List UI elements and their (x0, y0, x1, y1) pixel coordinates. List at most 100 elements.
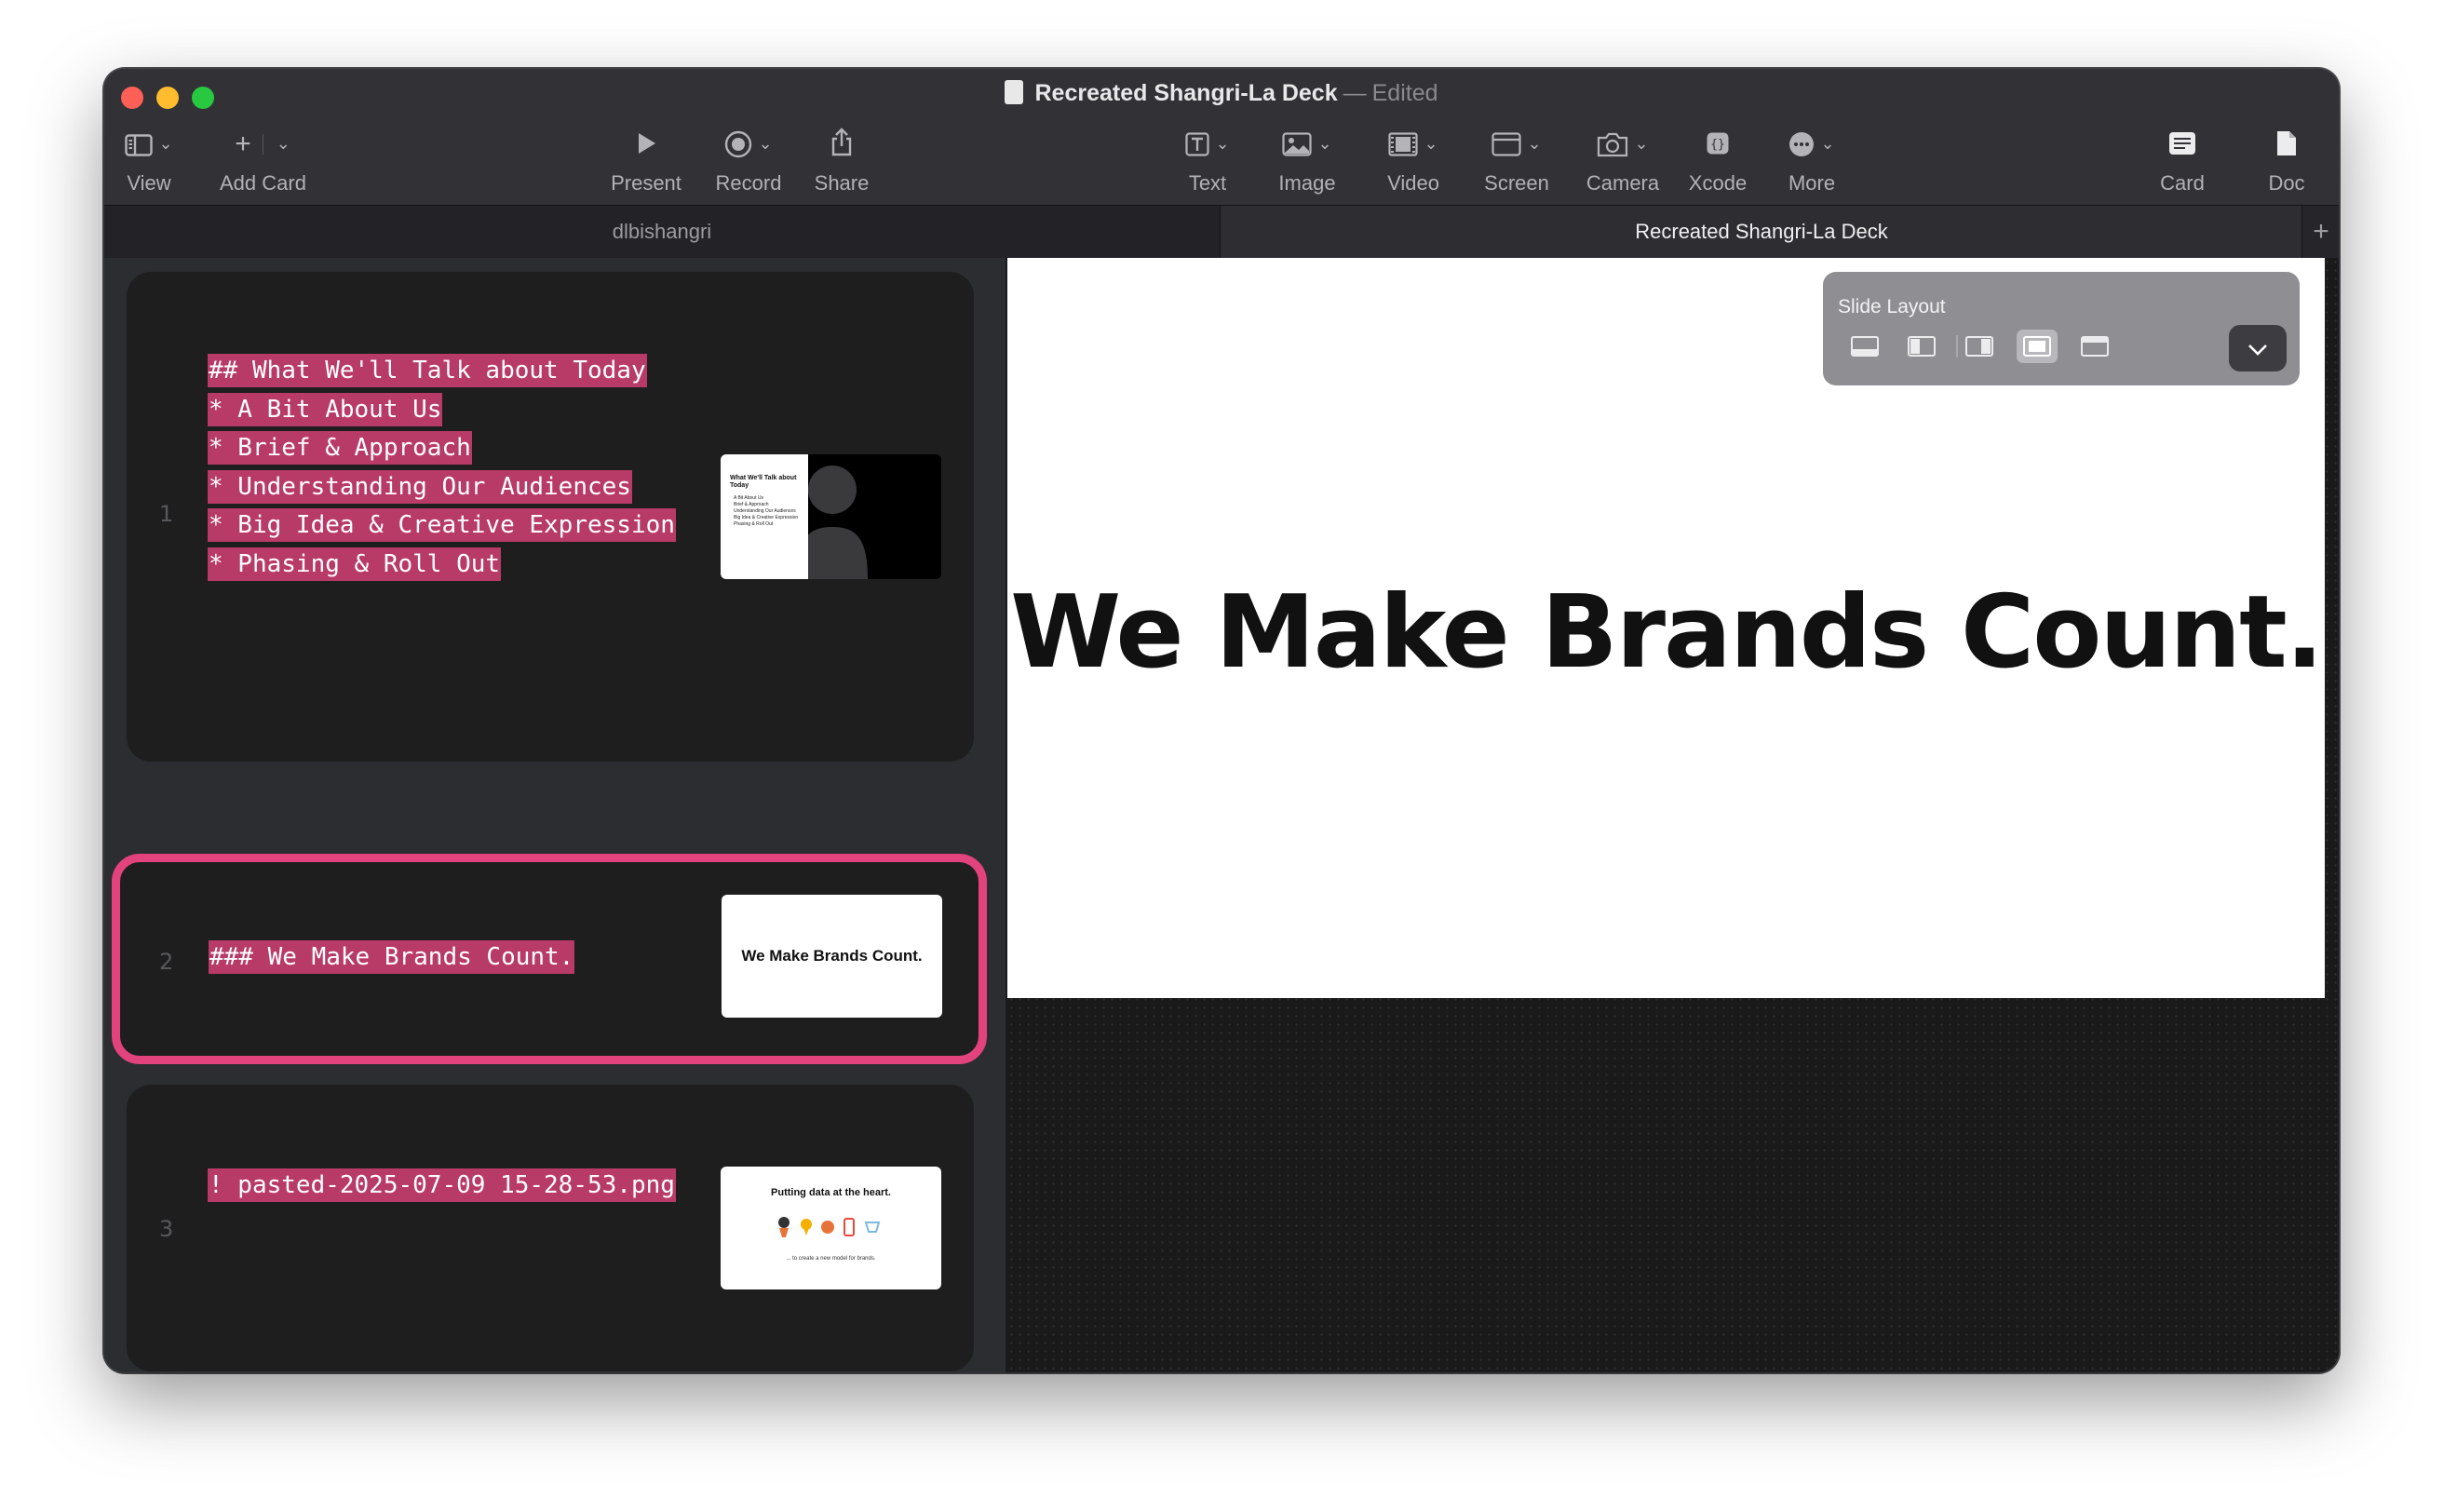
card-list: 1 ## What We'll Talk about Today * A Bit… (104, 258, 1006, 1372)
add-card-label: Add Card (220, 171, 306, 195)
share-button[interactable]: Share (804, 127, 879, 201)
card-button[interactable]: Card (2149, 127, 2216, 201)
tab-bar: dlbishangri Recreated Shangri-La Deck + (104, 205, 2339, 259)
markdown-line: * Understanding Our Audiences (208, 469, 632, 504)
card-1[interactable]: 1 ## What We'll Talk about Today * A Bit… (127, 272, 974, 762)
thumbnail-title: We Make Brands Count. (741, 947, 923, 965)
markdown-line: * Phasing & Roll Out (208, 547, 502, 581)
plus-icon: + (235, 128, 251, 159)
left-panel-layout-icon (1908, 336, 1936, 357)
text-box-icon (1185, 132, 1210, 156)
markdown-line: * Brief & Approach (208, 431, 472, 465)
slide-canvas: We Make Brands Count. Slide Layout (1007, 258, 2339, 1372)
app-window: Recreated Shangri-La Deck — Edited ⌄ View … (104, 69, 2339, 1372)
card-number: 3 (159, 1216, 174, 1242)
camera-label: Camera (1586, 171, 1660, 195)
card-markdown[interactable]: ## What We'll Talk about Today * A Bit A… (208, 352, 676, 584)
title-separator: — (1343, 80, 1367, 106)
chevron-down-icon (2248, 344, 2267, 356)
present-label: Present (611, 171, 682, 195)
card-markdown[interactable]: ### We Make Brands Count. (209, 938, 575, 978)
view-label: View (127, 171, 171, 195)
bottom-bar-layout-button[interactable] (1844, 330, 1885, 363)
card-label: Card (2160, 171, 2205, 195)
document-icon (2277, 131, 2296, 155)
right-panel-layout-icon (1965, 336, 1993, 357)
top-bar-layout-button[interactable] (2074, 330, 2115, 363)
more-icon (1789, 132, 1815, 156)
code-braces-icon: {} (1707, 132, 1729, 155)
screen-button[interactable]: ⌄ Screen (1477, 127, 1557, 201)
share-icon (831, 128, 852, 156)
new-tab-button[interactable]: + (2301, 206, 2339, 258)
text-button[interactable]: ⌄ Text (1175, 127, 1240, 201)
film-icon (1388, 132, 1419, 156)
slide-title[interactable]: We Make Brands Count. (1007, 574, 2325, 691)
image-button[interactable]: ⌄ Image (1270, 127, 1344, 201)
top-bar-layout-icon (2081, 336, 2109, 357)
thumbnail-title: What We'll Talk about Today (730, 475, 797, 489)
more-label: More (1788, 171, 1836, 195)
thumbnail-bullets: A Bit About Us Brief & Approach Understa… (734, 495, 806, 528)
card-2[interactable]: 2 ### We Make Brands Count. We Make Bran… (112, 854, 987, 1064)
thumbnail-bullet: Big Idea & Creative Expression (734, 515, 799, 520)
video-label: Video (1387, 171, 1439, 195)
layout-divider (1956, 335, 1958, 358)
right-panel-layout-button[interactable] (1959, 330, 2000, 363)
markdown-line: ## What We'll Talk about Today (208, 354, 647, 387)
person-silhouette-icon (808, 466, 868, 579)
card-thumbnail[interactable]: What We'll Talk about Today A Bit About … (721, 454, 941, 579)
doc-button[interactable]: Doc (2257, 127, 2316, 201)
card-3[interactable]: 3 ! pasted-2025-07-09 15-28-53.png Putti… (127, 1085, 974, 1371)
layout-dropdown-button[interactable] (2229, 325, 2287, 371)
markdown-line: ### We Make Brands Count. (209, 940, 575, 974)
markdown-line: ! pasted-2025-07-09 15-28-53.png (208, 1168, 676, 1202)
view-button[interactable]: ⌄ View (119, 127, 179, 201)
image-label: Image (1278, 171, 1336, 195)
slide-preview[interactable]: We Make Brands Count. Slide Layout (1007, 258, 2325, 998)
left-panel-layout-button[interactable] (1901, 330, 1942, 363)
chevron-down-icon: ⌄ (158, 134, 173, 153)
chevron-down-icon: ⌄ (276, 134, 290, 153)
thumbnail-bullet: Phasing & Roll Out (734, 521, 774, 527)
present-button[interactable]: Present (605, 127, 687, 201)
data-icons-row (778, 1217, 881, 1237)
slide-layout-panel: Slide Layout (1823, 272, 2300, 385)
markdown-line: * A Bit About Us (208, 392, 443, 426)
card-thumbnail[interactable]: We Make Brands Count. (722, 895, 942, 1018)
share-label: Share (814, 171, 870, 195)
bottom-bar-layout-icon (1851, 336, 1879, 357)
card-inspector-icon (2169, 132, 2195, 155)
record-icon (725, 130, 752, 158)
chevron-down-icon: ⌄ (1527, 134, 1542, 153)
chevron-down-icon: ⌄ (1634, 134, 1649, 153)
edited-status: Edited (1371, 80, 1438, 106)
tab-recreated-shangri-la-deck[interactable]: Recreated Shangri-La Deck (1220, 206, 2302, 258)
chevron-down-icon: ⌄ (1424, 134, 1438, 153)
centered-layout-button[interactable] (2017, 330, 2058, 363)
window-title: Recreated Shangri-La Deck — Edited (104, 80, 2339, 107)
chevron-down-icon: ⌄ (1215, 134, 1230, 153)
camera-icon (1598, 132, 1628, 157)
thumbnail-bullet: Brief & Approach (734, 502, 769, 507)
chevron-down-icon: ⌄ (1820, 134, 1835, 153)
video-button[interactable]: ⌄ Video (1376, 127, 1451, 201)
card-thumbnail[interactable]: Putting data at the heart. ... to create… (721, 1167, 941, 1289)
camera-button[interactable]: ⌄ Camera (1579, 127, 1667, 201)
document-name: Recreated Shangri-La Deck (1034, 80, 1338, 106)
chevron-down-icon: ⌄ (1317, 134, 1332, 153)
slide-layout-title: Slide Layout (1838, 296, 1946, 317)
thumbnail-title: Putting data at the heart. (771, 1187, 891, 1198)
add-card-button[interactable]: + ⌄ Add Card (220, 127, 306, 201)
record-button[interactable]: ⌄ Record (709, 127, 788, 201)
image-icon (1282, 132, 1313, 156)
screen-label: Screen (1484, 171, 1549, 195)
more-button[interactable]: ⌄ More (1775, 127, 1849, 201)
card-markdown[interactable]: ! pasted-2025-07-09 15-28-53.png (208, 1167, 676, 1206)
card-number: 1 (159, 501, 174, 527)
centered-layout-icon (2023, 336, 2051, 357)
xcode-label: Xcode (1688, 171, 1748, 195)
doc-label: Doc (2268, 171, 2305, 195)
xcode-button[interactable]: {} Xcode (1676, 127, 1760, 201)
tab-dlbishangri[interactable]: dlbishangri (104, 206, 1220, 258)
